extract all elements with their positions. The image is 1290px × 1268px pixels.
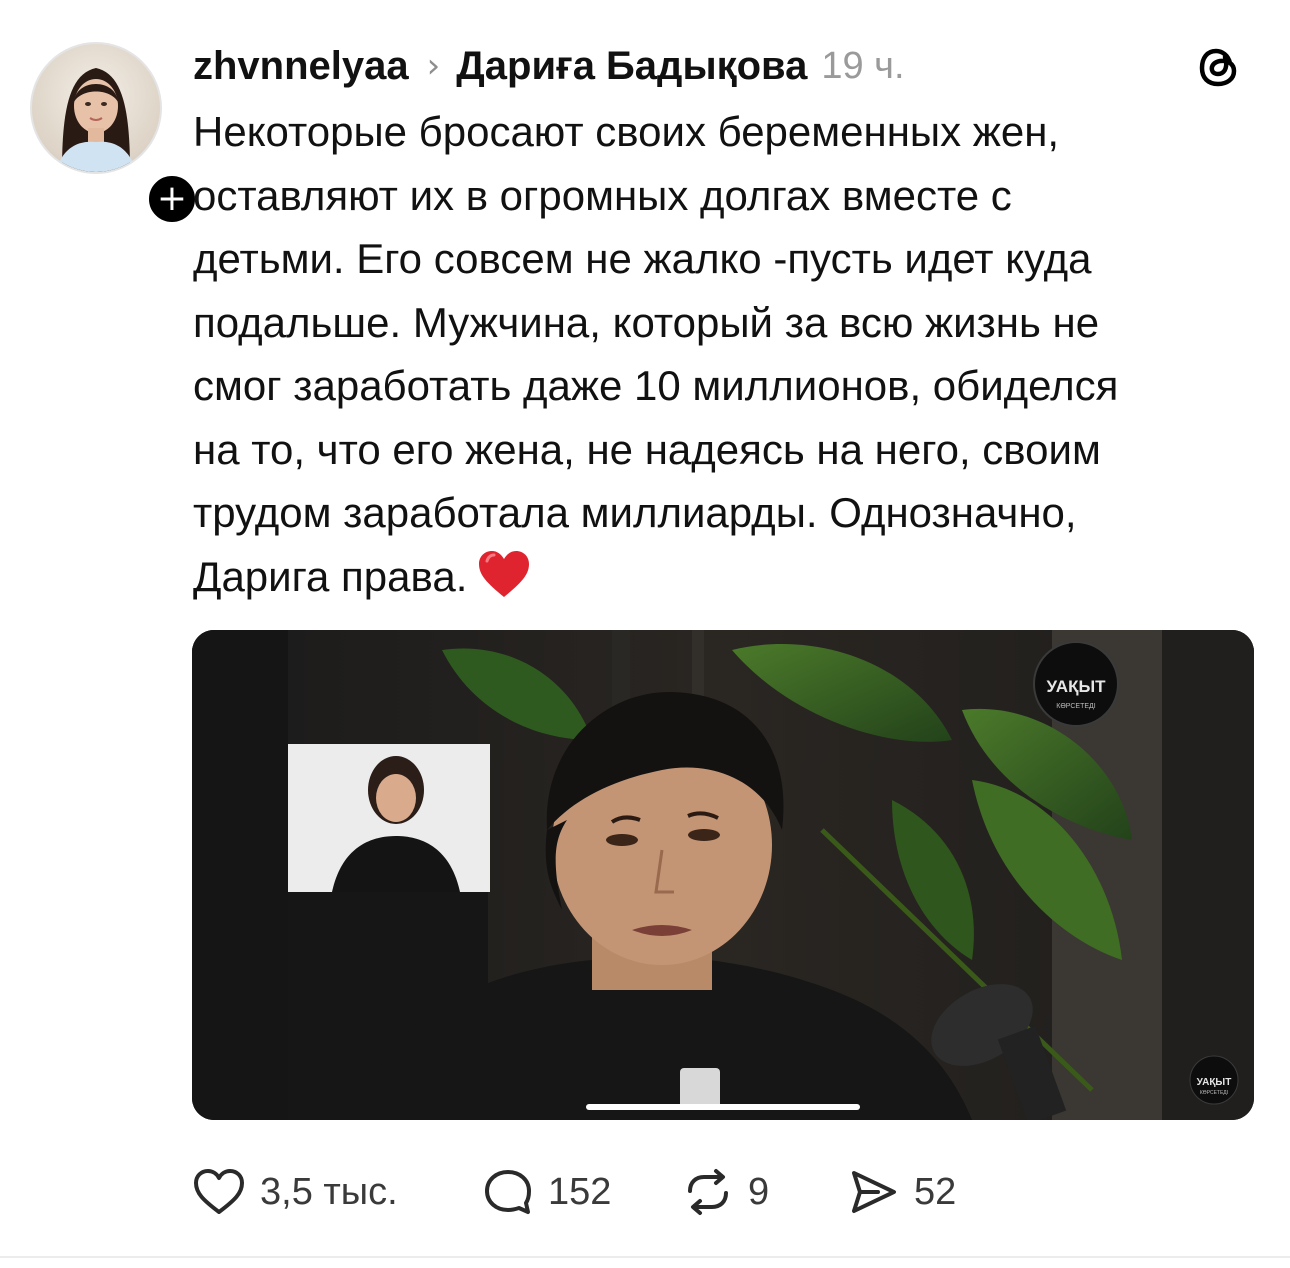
svg-text:УАҚЫТ: УАҚЫТ — [1197, 1077, 1232, 1088]
svg-text:УАҚЫТ: УАҚЫТ — [1047, 677, 1107, 696]
like-button[interactable]: 3,5 тыс. — [192, 1167, 482, 1217]
share-count: 52 — [914, 1170, 957, 1213]
post-body: Некоторые бросают своих беременных жен, … — [193, 100, 1233, 616]
repost-button[interactable]: 9 — [682, 1167, 848, 1217]
watermark-top-logo: УАҚЫТ КӨРСЕТЕДІ — [1033, 641, 1119, 727]
username-link[interactable]: zhvnnelyaa — [193, 44, 409, 89]
post-divider — [0, 1256, 1290, 1258]
post-timestamp: 19 ч. — [821, 44, 905, 87]
svg-text:КӨРСЕТЕДІ: КӨРСЕТЕДІ — [1056, 703, 1096, 710]
repost-count: 9 — [748, 1170, 770, 1213]
svg-text:КӨРСЕТЕДІ: КӨРСЕТЕДІ — [1200, 1090, 1228, 1096]
comment-button[interactable]: 152 — [482, 1167, 682, 1217]
comment-count: 152 — [548, 1170, 612, 1213]
avatar-image — [30, 42, 162, 174]
share-button[interactable]: 52 — [848, 1167, 956, 1217]
video-thumbnail[interactable]: УАҚЫТ КӨРСЕТЕДІ УАҚЫТ КӨРСЕТЕДІ — [192, 630, 1254, 1120]
threads-logo-icon[interactable] — [1194, 42, 1244, 92]
heart-emoji-icon — [477, 549, 531, 617]
chevron-right-icon: › — [426, 46, 441, 86]
comment-bubble-icon — [485, 1170, 531, 1214]
post-actions: 3,5 тыс. 152 9 52 — [192, 1160, 956, 1224]
send-icon — [852, 1171, 896, 1213]
like-count: 3,5 тыс. — [260, 1170, 398, 1213]
inset-photo — [288, 744, 490, 892]
post-text: Некоторые бросают своих беременных жен, … — [193, 108, 1119, 600]
plus-icon: + — [156, 178, 188, 219]
heart-outline-icon — [194, 1169, 244, 1214]
post-header: zhvnnelyaa › Дариға Бадықова 19 ч. — [193, 38, 905, 94]
reply-to-username-link[interactable]: Дариға Бадықова — [456, 44, 807, 89]
watermark-bottom-logo: УАҚЫТ КӨРСЕТЕДІ — [1189, 1055, 1239, 1105]
avatar[interactable]: + — [30, 42, 201, 228]
lapel-mic — [680, 1068, 720, 1108]
scroll-indicator[interactable] — [586, 1104, 860, 1110]
repost-icon — [688, 1169, 728, 1215]
